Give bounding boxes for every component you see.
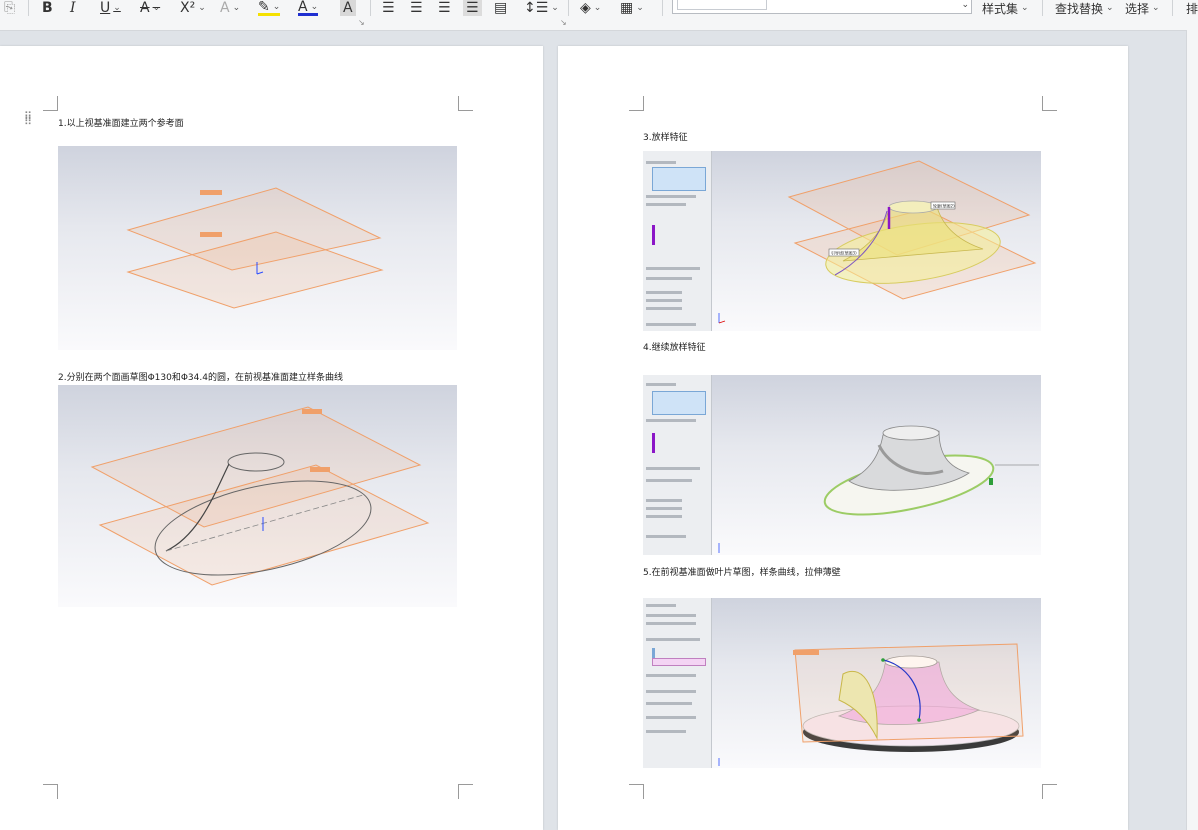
paste-icon[interactable]: ⎘ [4, 0, 15, 16]
select-button[interactable]: 选择 ⌄ [1125, 0, 1160, 16]
gallery-expand-icon[interactable]: ⌄ [961, 0, 969, 10]
justify-button[interactable]: ☰ [463, 0, 482, 16]
chevron-down-icon[interactable]: ⌄ [1021, 3, 1029, 13]
impeller-hub-drawing [718, 425, 1039, 553]
loft-drawing: 轮廓(草图2) 引导线(草图3) [718, 160, 1037, 324]
styles-gallery[interactable]: ⌄ [672, 0, 972, 14]
step-caption: 5.在前视基准面做叶片草图，样条曲线，拉伸薄壁 [643, 568, 841, 578]
chevron-down-icon[interactable]: ⌄ [233, 3, 241, 13]
align-center-button[interactable]: ☰ [410, 0, 423, 16]
divider [662, 0, 663, 16]
highlighter-icon: ✎ [258, 0, 270, 15]
font-color-button[interactable]: A ⌄ [298, 0, 319, 16]
italic-icon: I [70, 0, 76, 16]
step-caption: 1.以上视基准面建立两个参考面 [58, 119, 184, 129]
text-effect-icon: A [220, 0, 230, 16]
dialog-launcher-icon[interactable]: ↘ [560, 18, 567, 27]
blade-drawing [718, 643, 1024, 766]
line-spacing-button[interactable]: ↕☰ ⌄ [524, 0, 559, 16]
shading-button[interactable]: ◈ ⌄ [580, 0, 601, 16]
reference-planes-drawing [126, 187, 384, 309]
strikethrough-button[interactable]: A ⌄ [140, 0, 160, 16]
step-caption: 4.继续放样特征 [643, 343, 706, 353]
step-caption: 3.放样特征 [643, 133, 688, 143]
sketch-circles-drawing [90, 406, 430, 586]
find-replace-label: 查找替换 [1055, 1, 1104, 16]
margin-mark [43, 784, 58, 799]
drag-handle-icon[interactable]: ⠿ ⠿ [24, 111, 32, 127]
cad-figure-loft: 轮廓(草图2) 引导线(草图3) [643, 151, 1041, 331]
chevron-down-icon[interactable]: ⌄ [1152, 3, 1160, 13]
align-center-icon: ☰ [410, 0, 423, 16]
divider [568, 0, 569, 16]
bold-icon: B [42, 0, 53, 16]
underline-button[interactable]: U ⌄ [100, 0, 121, 16]
font-color-icon: A [298, 0, 308, 15]
chevron-down-icon[interactable]: ⌄ [311, 2, 319, 12]
callout-label: 引导线(草图3) [831, 250, 857, 256]
arrange-button[interactable]: 排 [1186, 0, 1198, 16]
borders-icon: ▦ [620, 0, 634, 16]
text-effect-button[interactable]: A ⌄ [220, 0, 240, 16]
divider [370, 0, 371, 16]
highlight-button[interactable]: ✎ ⌄ [258, 0, 281, 16]
cad-figure-loft-continued [643, 375, 1041, 555]
chevron-down-icon[interactable]: ⌄ [594, 3, 602, 13]
margin-mark [458, 96, 473, 111]
divider [1042, 0, 1043, 16]
cad-figure-reference-planes [58, 146, 457, 350]
distributed-align-icon: ▤ [494, 0, 508, 16]
margin-mark [1042, 96, 1057, 111]
select-label: 选择 [1125, 1, 1150, 16]
cad-figure-sketch-circles [58, 385, 457, 607]
side-task-pane [1186, 30, 1198, 830]
cad-figure-blade [643, 598, 1041, 768]
margin-mark [629, 784, 644, 799]
align-left-icon: ☰ [382, 0, 395, 16]
italic-button[interactable]: I [70, 0, 76, 16]
chevron-down-icon[interactable]: ⌄ [113, 3, 121, 13]
margin-mark [1042, 784, 1057, 799]
borders-button[interactable]: ▦ ⌄ [620, 0, 644, 16]
bold-button[interactable]: B [42, 0, 53, 16]
chevron-down-icon[interactable]: ⌄ [636, 3, 644, 13]
document-page-left[interactable]: ⠿ ⠿ 1.以上视基准面建立两个参考面 2.分别在两个面画草图Φ130和Φ34.4… [0, 46, 543, 830]
divider [1172, 0, 1173, 16]
callout-label: 轮廓(草图2) [933, 203, 955, 209]
chevron-down-icon[interactable]: ⌄ [1106, 3, 1114, 13]
char-shading-icon: A [343, 0, 353, 16]
style-sets-label: 样式集 [982, 1, 1019, 16]
document-page-right[interactable]: 3.放样特征 轮廓(草图2) 引导线(草图3) 4.继续放样特征 5.在前视基准… [558, 46, 1128, 830]
chevron-down-icon[interactable]: ⌄ [198, 3, 206, 13]
superscript-icon: X² [180, 0, 196, 16]
char-shading-button[interactable]: A [340, 0, 356, 16]
style-preview[interactable] [677, 0, 767, 10]
align-left-button[interactable]: ☰ [382, 0, 395, 16]
line-spacing-icon: ↕☰ [524, 0, 549, 16]
ribbon-toolbar: ⎘ B I U ⌄ A ⌄ X² ⌄ A ⌄ ✎ ⌄ A ⌄ A ↘ ☰ ☰ ☰ ☰ ▤ ↕… [0, 0, 1198, 31]
chevron-down-icon[interactable]: ⌄ [273, 2, 281, 12]
dialog-launcher-icon[interactable]: ↘ [358, 18, 365, 27]
chevron-down-icon[interactable]: ⌄ [551, 3, 559, 13]
underline-icon: U [100, 0, 111, 16]
step-caption: 2.分别在两个面画草图Φ130和Φ34.4的圆，在前视基准面建立样条曲线 [58, 373, 343, 383]
margin-mark [43, 96, 58, 111]
chevron-down-icon[interactable]: ⌄ [153, 3, 161, 13]
justify-icon: ☰ [466, 0, 479, 16]
margin-mark [458, 784, 473, 799]
distributed-align-button[interactable]: ▤ [494, 0, 507, 16]
arrange-label: 排 [1186, 1, 1198, 16]
align-right-button[interactable]: ☰ [438, 0, 451, 16]
find-replace-button[interactable]: 查找替换 ⌄ [1055, 0, 1114, 16]
divider [28, 0, 29, 16]
strikethrough-icon: A [140, 0, 150, 16]
style-sets-button[interactable]: 样式集 ⌄ [982, 0, 1029, 16]
margin-mark [629, 96, 644, 111]
align-right-icon: ☰ [438, 0, 451, 16]
paint-bucket-icon: ◈ [580, 0, 591, 16]
superscript-button[interactable]: X² ⌄ [180, 0, 206, 16]
